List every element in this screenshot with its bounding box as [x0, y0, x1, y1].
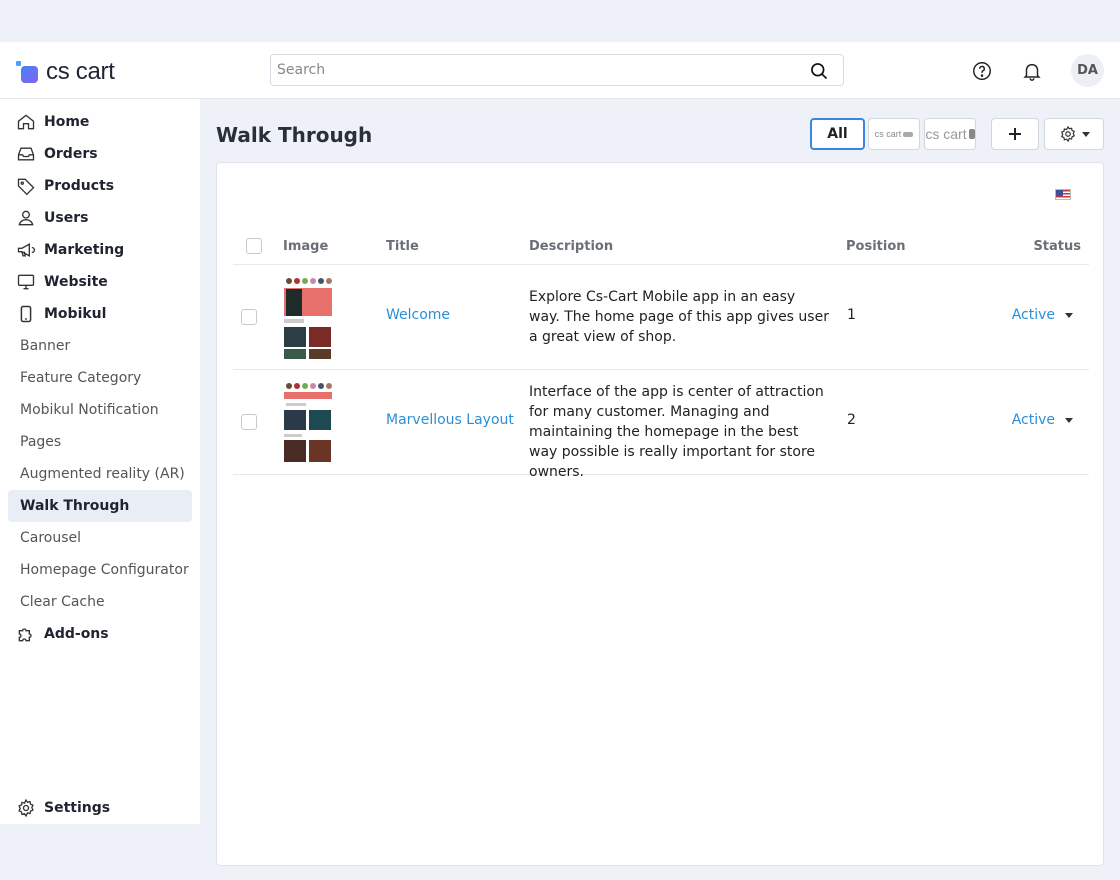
sidebar-item-carousel[interactable]: Carousel: [8, 522, 192, 554]
top-bar: cs cart DA: [0, 42, 1120, 99]
settings-dropdown-button[interactable]: [1044, 118, 1104, 150]
search-box[interactable]: [270, 54, 844, 86]
search-icon[interactable]: [809, 61, 829, 81]
table-row[interactable]: Welcome Explore Cs-Cart Mobile app in an…: [233, 265, 1089, 370]
logo-mark-icon: [16, 61, 40, 83]
tag-icon: [17, 178, 35, 196]
sidebar-item-website[interactable]: Website: [8, 266, 192, 298]
content-panel: Image Title Description Position Status …: [216, 162, 1104, 866]
sidebar-item-label: Home: [44, 114, 90, 130]
row-position: 2: [847, 412, 856, 428]
search-input[interactable]: [271, 55, 791, 85]
puzzle-icon: [18, 628, 32, 642]
walkthrough-image[interactable]: [284, 275, 332, 359]
sidebar-item-clear-cache[interactable]: Clear Cache: [8, 586, 192, 618]
sidebar-item-orders[interactable]: Orders: [8, 138, 192, 170]
column-header-description: Description: [529, 239, 614, 254]
caret-down-icon: [1065, 312, 1073, 318]
sidebar-item-label: Settings: [44, 800, 111, 816]
select-all-checkbox[interactable]: [246, 238, 262, 254]
column-header-title: Title: [386, 239, 419, 254]
gear-icon: [18, 798, 34, 818]
sidebar-item-products[interactable]: Products: [8, 170, 192, 202]
sidebar-item-label: Website: [44, 274, 108, 290]
gear-icon: [1060, 125, 1075, 143]
sidebar-item-label: Products: [44, 178, 115, 194]
sidebar-item-addons[interactable]: Add-ons: [8, 618, 192, 650]
store-filter-button-2[interactable]: cs cart: [924, 118, 976, 150]
status-label: Active: [1011, 412, 1055, 428]
sidebar-item-pages[interactable]: Pages: [8, 426, 192, 458]
phone-icon: [20, 305, 32, 323]
sidebar-item-settings[interactable]: Settings: [8, 792, 192, 824]
toggle-icon: [903, 131, 914, 137]
sidebar-item-label: Users: [44, 210, 89, 226]
store-label: cs cart: [874, 129, 902, 139]
row-checkbox[interactable]: [241, 414, 257, 430]
megaphone-icon: [17, 243, 35, 257]
status-dropdown[interactable]: Active: [1012, 412, 1073, 428]
walkthrough-image[interactable]: [284, 380, 332, 464]
column-header-image: Image: [283, 239, 329, 254]
sidebar-item-walk-through[interactable]: Walk Through: [8, 490, 192, 522]
us-flag-icon[interactable]: [1055, 189, 1071, 200]
plus-icon: [1009, 128, 1021, 140]
inbox-icon: [17, 147, 35, 161]
sidebar-item-label: Add-ons: [44, 626, 109, 642]
sidebar-item-feature-category[interactable]: Feature Category: [8, 362, 192, 394]
row-checkbox[interactable]: [241, 309, 257, 325]
store-label: cs cart: [925, 126, 967, 142]
sidebar-item-banner[interactable]: Banner: [8, 330, 192, 362]
help-icon[interactable]: [971, 60, 993, 82]
add-button[interactable]: [991, 118, 1039, 150]
logo-text: cs cart: [46, 58, 115, 85]
row-position: 1: [847, 307, 856, 323]
sidebar-item-home[interactable]: Home: [8, 106, 192, 138]
sidebar-item-marketing[interactable]: Marketing: [8, 234, 192, 266]
column-header-position: Position: [846, 239, 906, 254]
monitor-icon: [17, 274, 35, 290]
caret-down-icon: [1065, 417, 1073, 423]
table-header: Image Title Description Position Status: [233, 233, 1089, 265]
toggle-icon: [968, 129, 975, 139]
row-description: Interface of the app is center of attrac…: [529, 384, 824, 480]
user-icon: [18, 210, 34, 226]
sidebar-item-label: Marketing: [44, 242, 125, 258]
status-label: Active: [1011, 307, 1055, 323]
row-title-link[interactable]: Welcome: [386, 307, 450, 323]
row-description: Explore Cs-Cart Mobile app in an easy wa…: [529, 289, 829, 345]
sidebar-item-users[interactable]: Users: [8, 202, 192, 234]
store-filter-button-1[interactable]: cs cart: [868, 118, 920, 150]
avatar[interactable]: DA: [1071, 54, 1104, 87]
row-title-link[interactable]: Marvellous Layout: [386, 412, 514, 428]
filter-all-button[interactable]: All: [810, 118, 865, 150]
sidebar-item-mobikul-notification[interactable]: Mobikul Notification: [8, 394, 192, 426]
sidebar-item-label: Orders: [44, 146, 98, 162]
caret-down-icon: [1081, 131, 1090, 137]
table-row[interactable]: Marvellous Layout Interface of the app i…: [233, 370, 1089, 480]
sidebar-item-homepage-configurator[interactable]: Homepage Configurator: [8, 554, 192, 586]
sidebar-item-mobikul[interactable]: Mobikul: [8, 298, 192, 330]
status-dropdown[interactable]: Active: [1012, 307, 1073, 323]
column-header-status: Status: [1033, 239, 1081, 254]
sidebar-item-label: Mobikul: [44, 306, 107, 322]
home-icon: [17, 114, 35, 130]
sidebar-item-augmented-reality[interactable]: Augmented reality (AR): [8, 458, 192, 490]
bell-icon[interactable]: [1021, 60, 1043, 82]
page-title: Walk Through: [216, 123, 373, 147]
sidebar: Home Orders Products Users Marketing Web…: [0, 99, 200, 824]
brand-logo[interactable]: cs cart: [16, 58, 115, 86]
